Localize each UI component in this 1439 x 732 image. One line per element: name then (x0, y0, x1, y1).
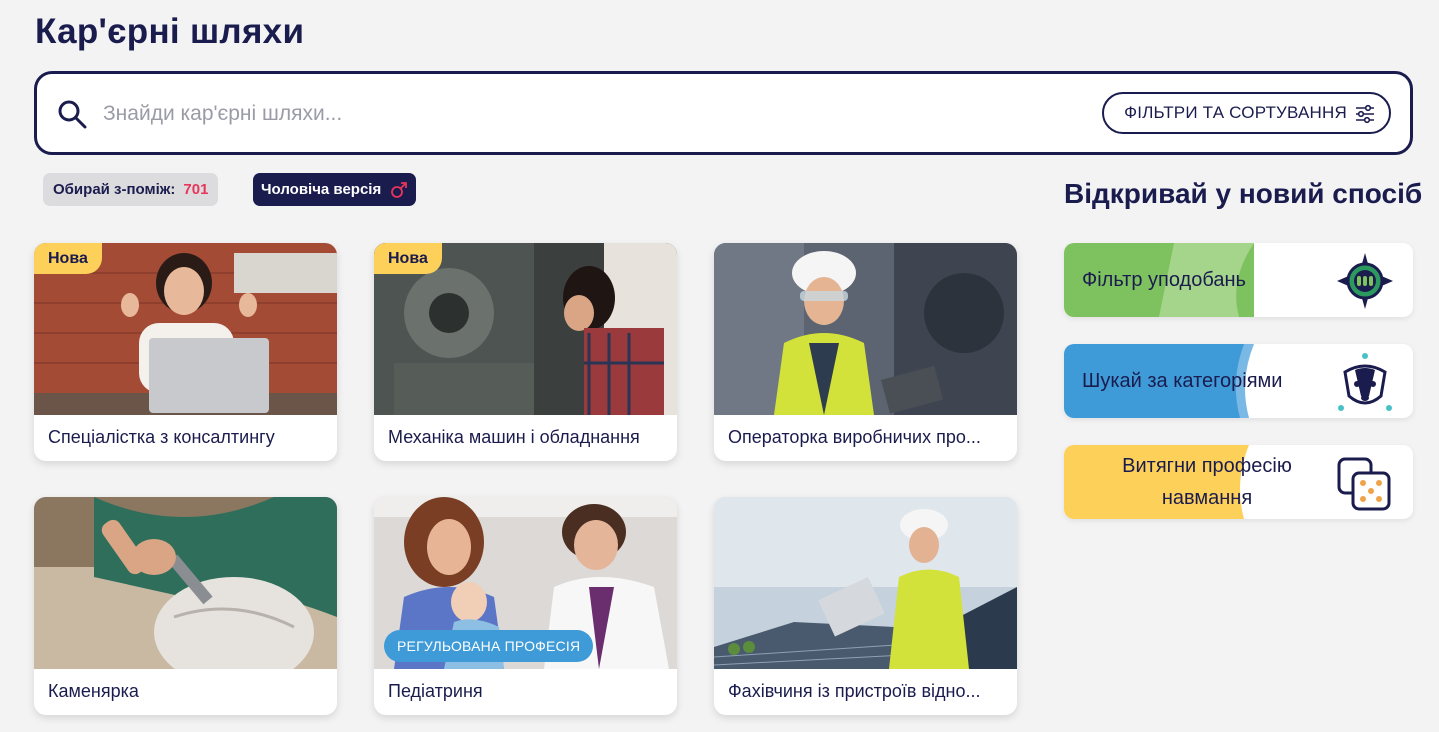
card-title: Спеціалістка з консалтингу (48, 427, 275, 447)
career-card-production-operator[interactable]: Операторка виробничих про... (714, 243, 1017, 461)
card-title: Механіка машин і обладнання (388, 427, 640, 447)
dice-icon (1337, 457, 1391, 511)
career-card-renewable-devices[interactable]: Фахівчиня із пристроїв відно... (714, 497, 1017, 715)
card-title: Каменярка (48, 681, 139, 701)
new-badge: Нова (374, 243, 442, 274)
category-search-label: Шукай за категоріями (1082, 369, 1283, 392)
card-title: Педіатриня (388, 681, 483, 701)
filters-sort-button[interactable]: ФІЛЬТРИ ТА СОРТУВАННЯ (1102, 92, 1391, 134)
card-image (34, 497, 337, 669)
search-icon (58, 100, 87, 129)
search-bar: ФІЛЬТРИ ТА СОРТУВАННЯ (34, 71, 1413, 155)
count-value: 701 (183, 181, 209, 198)
regulated-profession-badge: РЕГУЛЬОВАНА ПРОФЕСІЯ (384, 630, 594, 662)
new-badge: Нова (34, 243, 102, 274)
male-version-toggle[interactable]: Чоловіча версія (253, 173, 417, 206)
sliders-icon (1356, 104, 1374, 124)
compass-icon (1337, 253, 1393, 309)
career-card-consulting[interactable]: Нова Спеціалістка з консалтингу (34, 243, 337, 461)
random-profession-card[interactable]: Витягни професію навмання (1064, 445, 1413, 519)
page-title: Кар'єрні шляхи (35, 12, 305, 51)
discover-section-title: Відкривай у новий спосіб (1064, 178, 1423, 209)
career-card-machine-mechanic[interactable]: Нова Механіка машин і обладнання (374, 243, 677, 461)
card-title: Фахівчиня із пристроїв відно... (728, 681, 981, 701)
search-input[interactable] (103, 92, 1003, 136)
badger-icon (1338, 353, 1392, 411)
category-search-card[interactable]: Шукай за категоріями (1064, 344, 1413, 418)
preference-filter-card[interactable]: Фільтр уподобань (1064, 243, 1413, 317)
male-version-label: Чоловіча версія (261, 181, 382, 198)
profession-count-badge: Обирай з-поміж: 701 (43, 173, 219, 206)
card-image (714, 497, 1017, 669)
career-card-pediatrician[interactable]: РЕГУЛЬОВАНА ПРОФЕСІЯ Педіатриня (374, 497, 677, 715)
count-label: Обирай з-поміж: (53, 181, 176, 198)
random-profession-label: Витягни професію навмання (1122, 455, 1292, 509)
filters-sort-label: ФІЛЬТРИ ТА СОРТУВАННЯ (1124, 103, 1347, 122)
card-title: Операторка виробничих про... (728, 427, 981, 447)
career-card-stonemason[interactable]: Каменярка (34, 497, 337, 715)
male-icon (391, 181, 408, 198)
card-image (714, 243, 1017, 415)
preference-filter-label: Фільтр уподобань (1082, 268, 1246, 291)
